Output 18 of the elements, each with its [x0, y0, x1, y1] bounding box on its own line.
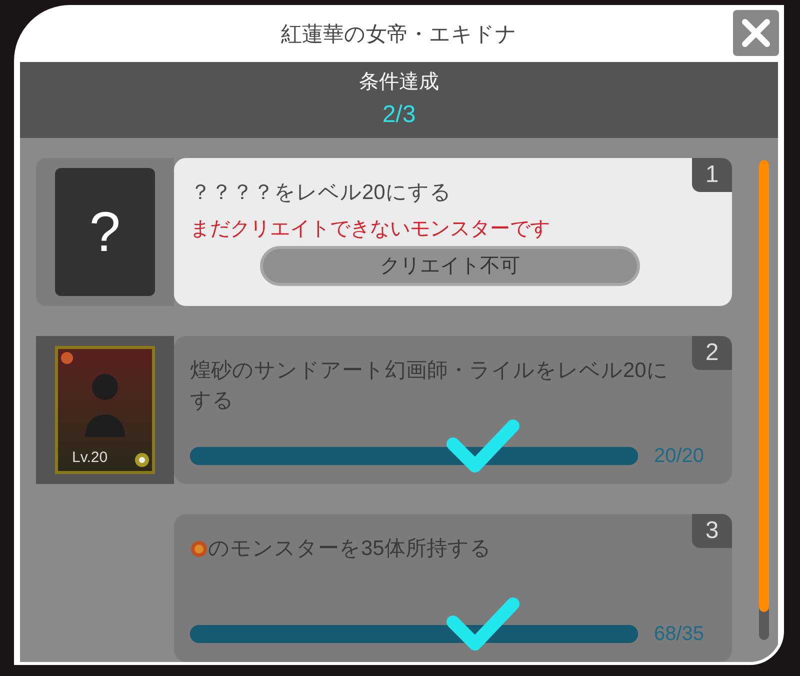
dialog-title: 紅蓮華の女帝・エキドナ — [281, 22, 517, 48]
close-button[interactable] — [733, 10, 779, 56]
condition-text: ？？？？をレベル20にする — [190, 180, 452, 206]
condition-number: 3 — [692, 514, 732, 548]
unknown-monster-card: ? — [55, 168, 155, 296]
header-label: 条件達成 — [359, 70, 439, 95]
condition-text: のモンスターを35体所持する — [208, 536, 492, 562]
checkmark-icon — [445, 418, 521, 474]
warning-text: まだクリエイトできないモンスターです — [190, 217, 551, 242]
condition-text: 煌砂のサンドアート幻画師・ライルをレベル20にする — [190, 358, 670, 414]
condition-number: 2 — [692, 336, 732, 370]
header-count: 2/3 — [382, 100, 416, 130]
progress-reading: 20/20 — [654, 444, 704, 469]
condition-number: 1 — [692, 158, 732, 192]
checkmark-icon — [445, 596, 521, 652]
progress-reading: 68/35 — [654, 622, 704, 647]
portrait-level: Lv.20 — [72, 448, 108, 468]
close-icon — [740, 17, 772, 49]
